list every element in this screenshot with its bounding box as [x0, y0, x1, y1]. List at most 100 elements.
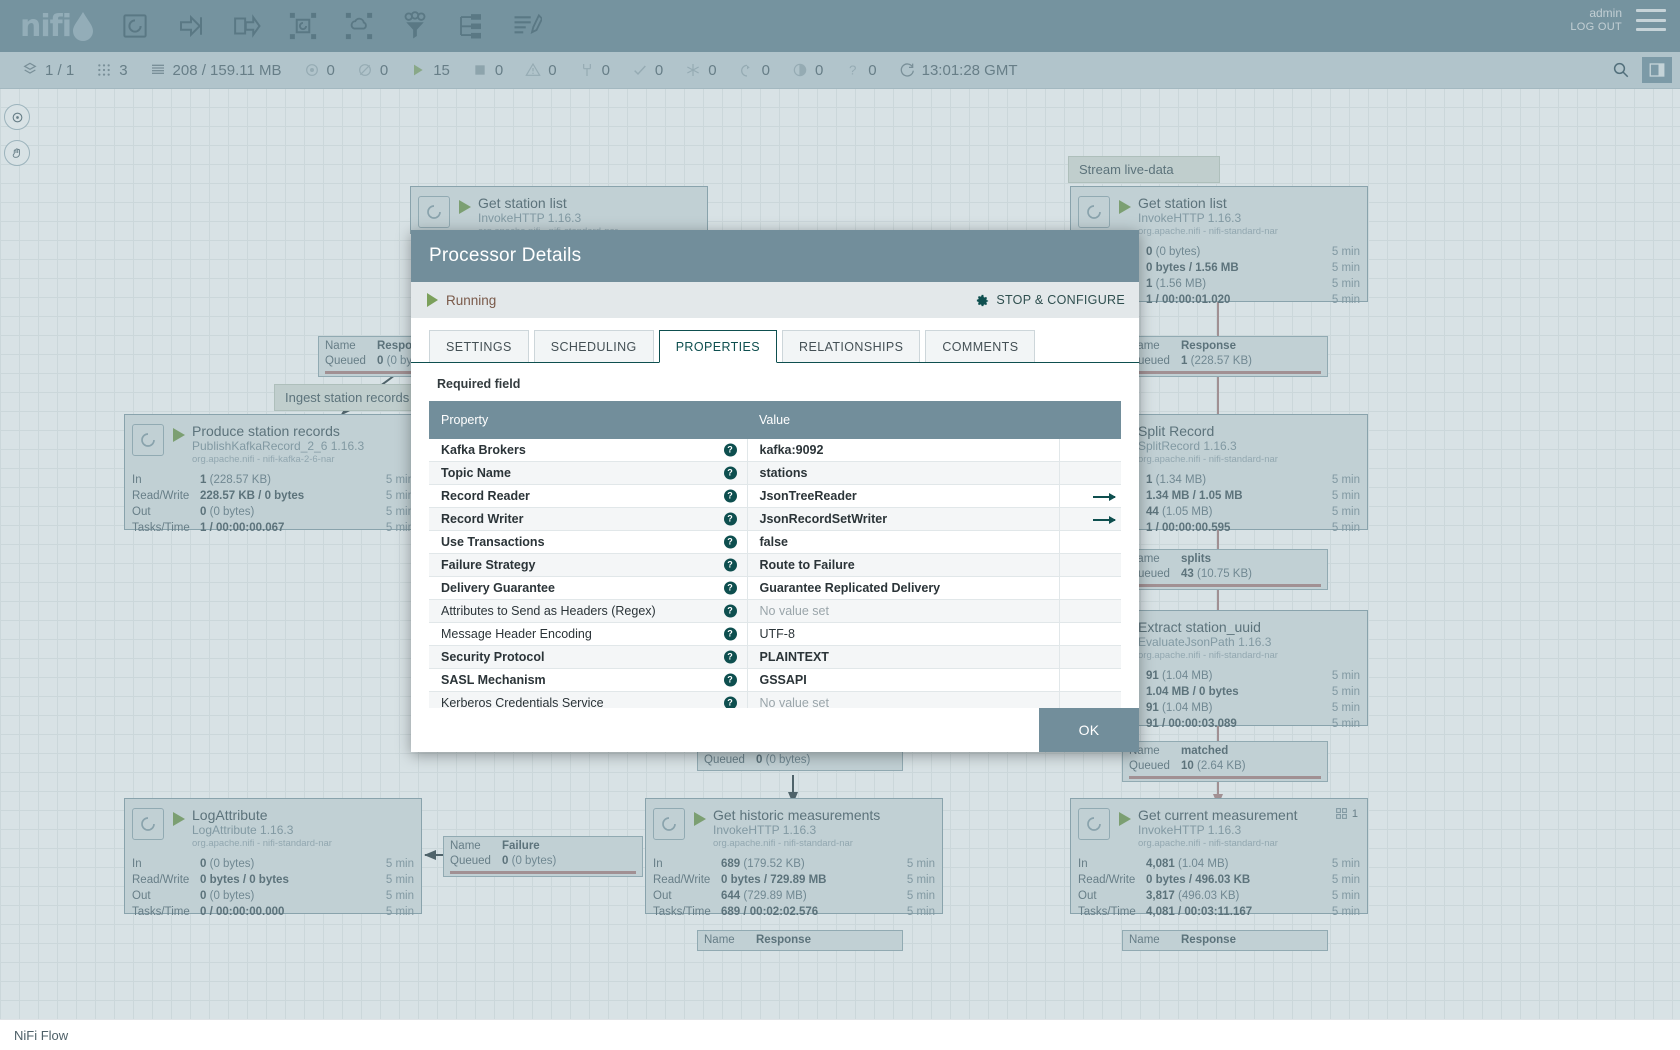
processor-details-dialog[interactable]: Processor Details Running STOP & CONFIGU… — [411, 230, 1139, 752]
help-icon[interactable]: ? — [723, 558, 737, 572]
processor-title: Split Record — [1138, 423, 1215, 439]
table-row[interactable]: Topic Name? stations — [429, 461, 1121, 485]
dialog-tabs[interactable]: SETTINGS SCHEDULING PROPERTIES RELATIONS… — [411, 318, 1139, 363]
table-row[interactable]: Record Reader? JsonTreeReader — [429, 484, 1121, 508]
processor-bundle: org.apache.nifi - nifi-standard-nar — [1138, 650, 1278, 662]
help-icon[interactable]: ? — [723, 512, 737, 526]
label-icon[interactable] — [512, 11, 544, 41]
processor-get-historic-measurements[interactable]: Get historic measurements InvokeHTTP 1.1… — [645, 798, 943, 918]
table-row[interactable]: Kerberos Credentials Service? No value se… — [429, 691, 1121, 708]
property-value-cell[interactable]: JsonTreeReader — [746, 484, 1059, 508]
funnel-icon[interactable] — [400, 11, 430, 41]
processor-get-station-list-left[interactable]: Get station list InvokeHTTP 1.16.3 org.a… — [410, 186, 708, 237]
go-to-service-cell[interactable] — [1058, 484, 1121, 508]
connection-failure[interactable]: Name Failure Queued 0 (0 bytes) — [443, 836, 643, 877]
breadcrumb[interactable]: NiFi Flow — [14, 1028, 68, 1043]
template-icon[interactable] — [456, 11, 486, 41]
right-panel-icon[interactable] — [1642, 57, 1672, 83]
processor-icon — [132, 808, 164, 840]
help-icon[interactable]: ? — [723, 466, 737, 480]
processor-bundle: org.apache.nifi - nifi-standard-nar — [1138, 454, 1278, 466]
processor-produce-station-records[interactable]: Produce station records PublishKafkaReco… — [124, 414, 422, 534]
table-row[interactable]: Security Protocol? PLAINTEXT — [429, 645, 1121, 669]
property-value-cell[interactable]: GSSAPI — [746, 668, 1059, 692]
help-icon[interactable]: ? — [723, 535, 737, 549]
running-indicator-icon — [173, 428, 185, 442]
go-to-arrow-icon[interactable] — [1093, 492, 1117, 501]
input-port-icon[interactable] — [176, 11, 206, 41]
property-value-cell[interactable]: PLAINTEXT — [746, 645, 1059, 669]
tab-comments[interactable]: COMMENTS — [925, 330, 1036, 362]
go-to-service-cell[interactable] — [1058, 507, 1121, 531]
property-value-cell[interactable]: UTF-8 — [746, 622, 1059, 646]
dialog-footer: OK — [411, 708, 1139, 752]
table-row[interactable]: Delivery Guarantee? Guarantee Replicated … — [429, 576, 1121, 600]
table-row[interactable]: Use Transactions? false — [429, 530, 1121, 554]
help-icon[interactable]: ? — [723, 581, 737, 595]
connection-queued-top[interactable]: Queued 0 (0 bytes) — [697, 750, 903, 771]
stat-value: 91 (1.04 MB) — [1146, 702, 1213, 715]
status-bar-actions[interactable] — [1606, 52, 1672, 88]
label-stream-live-data[interactable]: Stream live-data — [1068, 156, 1220, 183]
stat-value: 1 (1.34 MB) — [1146, 474, 1207, 487]
logout-button[interactable]: LOG OUT — [1570, 21, 1622, 35]
tab-scheduling[interactable]: SCHEDULING — [533, 330, 654, 362]
tab-properties[interactable]: PROPERTIES — [658, 330, 778, 363]
help-icon[interactable]: ? — [723, 696, 737, 708]
app-header: nifi admin LOG OUT — [0, 0, 1680, 52]
birdseye-toggle[interactable] — [4, 104, 30, 130]
processor-get-current-measurement[interactable]: Get current measurement InvokeHTTP 1.16.… — [1070, 798, 1368, 918]
connection-response-bottom-center[interactable]: Name Response — [697, 930, 903, 951]
property-value-cell[interactable]: Guarantee Replicated Delivery — [746, 576, 1059, 600]
output-port-icon[interactable] — [232, 11, 262, 41]
stat-time: 5 min — [1331, 686, 1360, 699]
table-row[interactable]: Record Writer? JsonRecordSetWriter — [429, 507, 1121, 531]
process-group-icon[interactable] — [288, 11, 318, 41]
help-icon[interactable]: ? — [723, 650, 737, 664]
connection-splits[interactable]: Name splits Queued 43 (10.75 KB) — [1122, 549, 1328, 590]
tab-settings[interactable]: SETTINGS — [429, 330, 529, 362]
help-icon[interactable]: ? — [723, 489, 737, 503]
stat-time: 5 min — [385, 890, 414, 903]
property-value-cell[interactable]: JsonRecordSetWriter — [746, 507, 1059, 531]
disabled-count: 0 — [579, 62, 610, 79]
stat-value: 228.57 KB / 0 bytes — [200, 490, 305, 503]
status-value: 0 — [761, 61, 770, 79]
connection-matched[interactable]: Name matched Queued 10 (2.64 KB) — [1122, 741, 1328, 782]
table-row[interactable]: Attributes to Send as Headers (Regex)? No… — [429, 599, 1121, 623]
table-row[interactable]: Kafka Brokers? kafka:9092 — [429, 439, 1121, 462]
table-row[interactable]: Message Header Encoding? UTF-8 — [429, 622, 1121, 646]
label-ingest-station-records[interactable]: Ingest station records — [274, 384, 426, 411]
stop-and-configure-button[interactable]: STOP & CONFIGURE — [975, 293, 1125, 308]
help-icon[interactable]: ? — [723, 604, 737, 618]
component-toolbar[interactable] — [120, 4, 544, 48]
canvas-tool-palette[interactable] — [4, 104, 30, 176]
help-icon[interactable]: ? — [723, 673, 737, 687]
processor-log-attribute[interactable]: LogAttribute LogAttribute 1.16.3 org.apa… — [124, 798, 422, 918]
connection-response-right[interactable]: Name Response Queued 1 (228.57 KB) — [1122, 336, 1328, 377]
remote-process-group-icon[interactable] — [344, 11, 374, 41]
property-value-cell[interactable]: No value set — [746, 691, 1059, 708]
conn-key: Name — [450, 840, 481, 852]
help-icon[interactable]: ? — [723, 443, 737, 457]
go-to-service-cell — [1058, 530, 1121, 554]
ok-button[interactable]: OK — [1039, 708, 1139, 752]
search-icon[interactable] — [1606, 57, 1636, 83]
go-to-arrow-icon[interactable] — [1093, 515, 1117, 524]
property-value-cell[interactable]: false — [746, 530, 1059, 554]
tab-relationships[interactable]: RELATIONSHIPS — [782, 330, 921, 362]
property-value-cell[interactable]: No value set — [746, 599, 1059, 623]
properties-table-scroll[interactable]: Property Value Kafka Brokers? kafka:9092 T… — [429, 401, 1121, 708]
property-value-cell[interactable]: Route to Failure — [746, 553, 1059, 577]
pan-tool[interactable] — [4, 140, 30, 166]
property-value-cell[interactable]: kafka:9092 — [746, 439, 1059, 462]
property-value-cell[interactable]: stations — [746, 461, 1059, 485]
help-icon[interactable]: ? — [723, 627, 737, 641]
processor-icon[interactable] — [120, 11, 150, 41]
hamburger-menu-icon[interactable] — [1636, 9, 1666, 32]
table-row[interactable]: SASL Mechanism? GSSAPI — [429, 668, 1121, 692]
processor-type: InvokeHTTP 1.16.3 — [478, 211, 582, 226]
table-row[interactable]: Failure Strategy? Route to Failure — [429, 553, 1121, 577]
connection-response-bottom-right[interactable]: Name Response — [1122, 930, 1328, 951]
stat-label: Tasks/Time — [132, 522, 190, 535]
